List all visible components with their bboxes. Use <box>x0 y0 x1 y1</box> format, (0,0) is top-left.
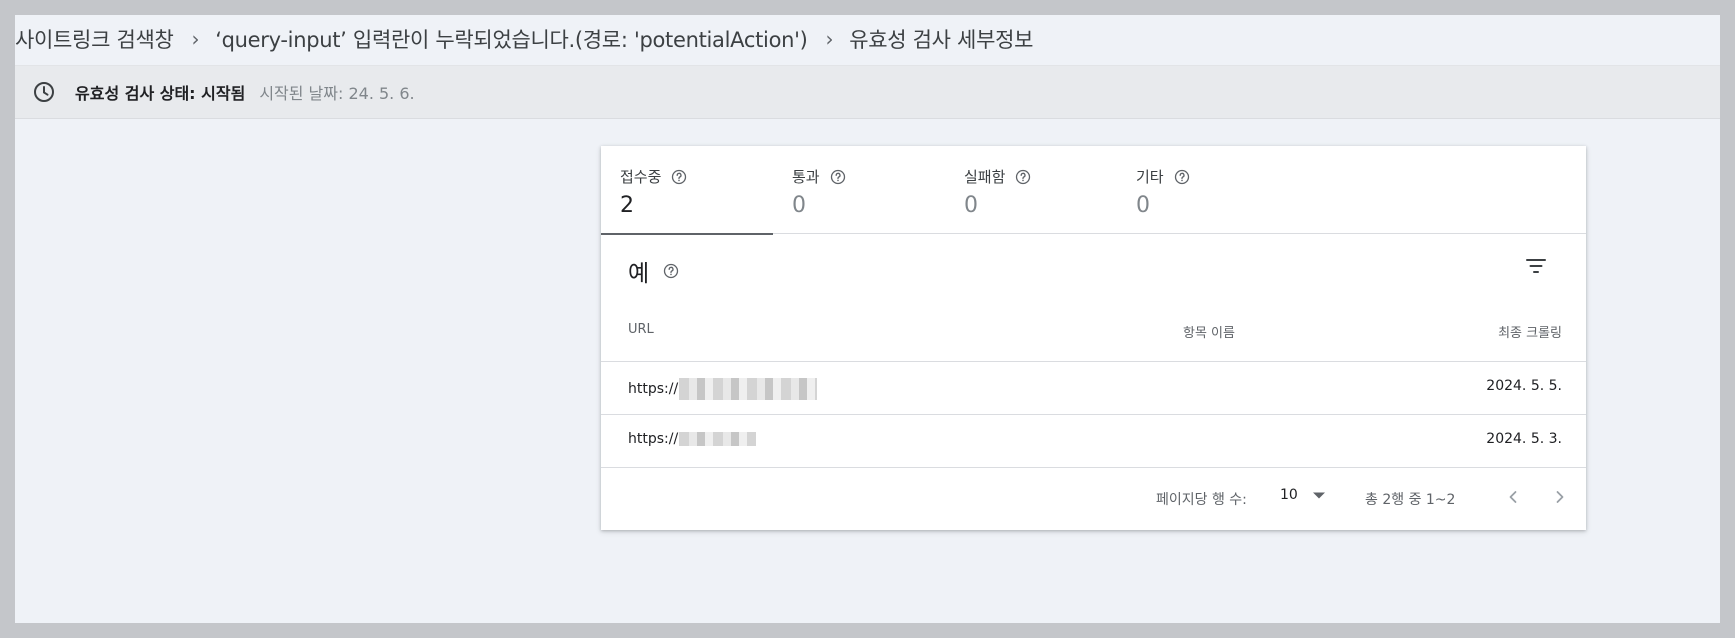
url-cell[interactable]: https:// <box>628 378 818 400</box>
help-icon[interactable] <box>1174 169 1190 185</box>
clock-icon <box>34 82 54 102</box>
help-icon[interactable] <box>830 169 846 185</box>
breadcrumb-item-current: 유효성 검사 세부정보 <box>849 28 1034 52</box>
status-tabs: 접수중 2 통과 0 실패함 0 기타 0 <box>601 146 1586 235</box>
breadcrumb-item-issue[interactable]: ‘query-input’ 입력란이 누락되었습니다.(경로: 'potenti… <box>215 24 808 54</box>
last-crawled-cell: 2024. 5. 3. <box>1486 431 1562 447</box>
validation-card: 접수중 2 통과 0 실패함 0 기타 0 예 URL 항목 이름 최종 크롤링… <box>601 146 1586 530</box>
column-header-item-name[interactable]: 항목 이름 <box>1183 322 1235 341</box>
help-icon[interactable] <box>663 263 679 279</box>
examples-section-title: 예 <box>628 254 679 288</box>
caret-down-icon <box>1312 492 1325 499</box>
breadcrumb: 사이트링크 검색창 › ‘query-input’ 입력란이 누락되었습니다.(… <box>15 15 1033 63</box>
help-icon[interactable] <box>1015 169 1031 185</box>
chevron-right-icon: › <box>825 27 834 51</box>
tab-count: 0 <box>964 193 978 218</box>
tab-count: 2 <box>620 193 634 218</box>
rows-per-page-value: 10 <box>1280 487 1298 503</box>
pagination: 페이지당 행 수: 10 총 2행 중 1~2 <box>601 467 1586 530</box>
chevron-right-icon: › <box>191 27 200 51</box>
section-title-text: 예 <box>628 261 650 287</box>
tab-pending[interactable]: 접수중 2 <box>601 146 773 235</box>
status-start-date: 시작된 날짜: 24. 5. 6. <box>259 84 415 103</box>
redacted-url-image <box>679 432 757 446</box>
page-range: 총 2행 중 1~2 <box>1365 492 1456 508</box>
chevron-left-icon[interactable] <box>1501 485 1525 509</box>
help-icon[interactable] <box>671 169 687 185</box>
chevron-right-icon[interactable] <box>1548 485 1572 509</box>
table-row[interactable]: https:// 2024. 5. 5. <box>601 361 1586 414</box>
filter-icon[interactable] <box>1524 254 1548 278</box>
column-header-url[interactable]: URL <box>628 322 654 337</box>
tab-count: 0 <box>792 193 806 218</box>
validation-details-page: 사이트링크 검색창 › ‘query-input’ 입력란이 누락되었습니다.(… <box>15 15 1720 623</box>
rows-per-page-label: 페이지당 행 수: <box>1156 492 1247 508</box>
status-title: 유효성 검사 상태: 시작됨 <box>75 84 246 103</box>
breadcrumb-item-sitelinks-searchbox[interactable]: 사이트링크 검색창 <box>15 24 174 54</box>
tab-label: 접수중 <box>620 168 662 186</box>
tab-label: 실패함 <box>964 168 1006 186</box>
url-text: https:// <box>628 381 679 397</box>
table-row[interactable]: https:// 2024. 5. 3. <box>601 414 1586 467</box>
tab-count: 0 <box>1136 193 1150 218</box>
tab-label: 통과 <box>792 168 820 186</box>
rows-per-page-select[interactable]: 10 <box>1280 487 1325 503</box>
tab-other[interactable]: 기타 0 <box>1117 146 1289 234</box>
url-text: https:// <box>628 431 679 447</box>
tab-failed[interactable]: 실패함 0 <box>945 146 1117 234</box>
validation-status-bar: 유효성 검사 상태: 시작됨 시작된 날짜: 24. 5. 6. <box>15 65 1720 119</box>
tab-label: 기타 <box>1136 168 1164 186</box>
tab-passed[interactable]: 통과 0 <box>773 146 945 234</box>
column-header-last-crawled[interactable]: 최종 크롤링 <box>1498 322 1562 341</box>
url-cell[interactable]: https:// <box>628 431 757 447</box>
last-crawled-cell: 2024. 5. 5. <box>1486 378 1562 394</box>
redacted-url-image <box>679 378 818 400</box>
